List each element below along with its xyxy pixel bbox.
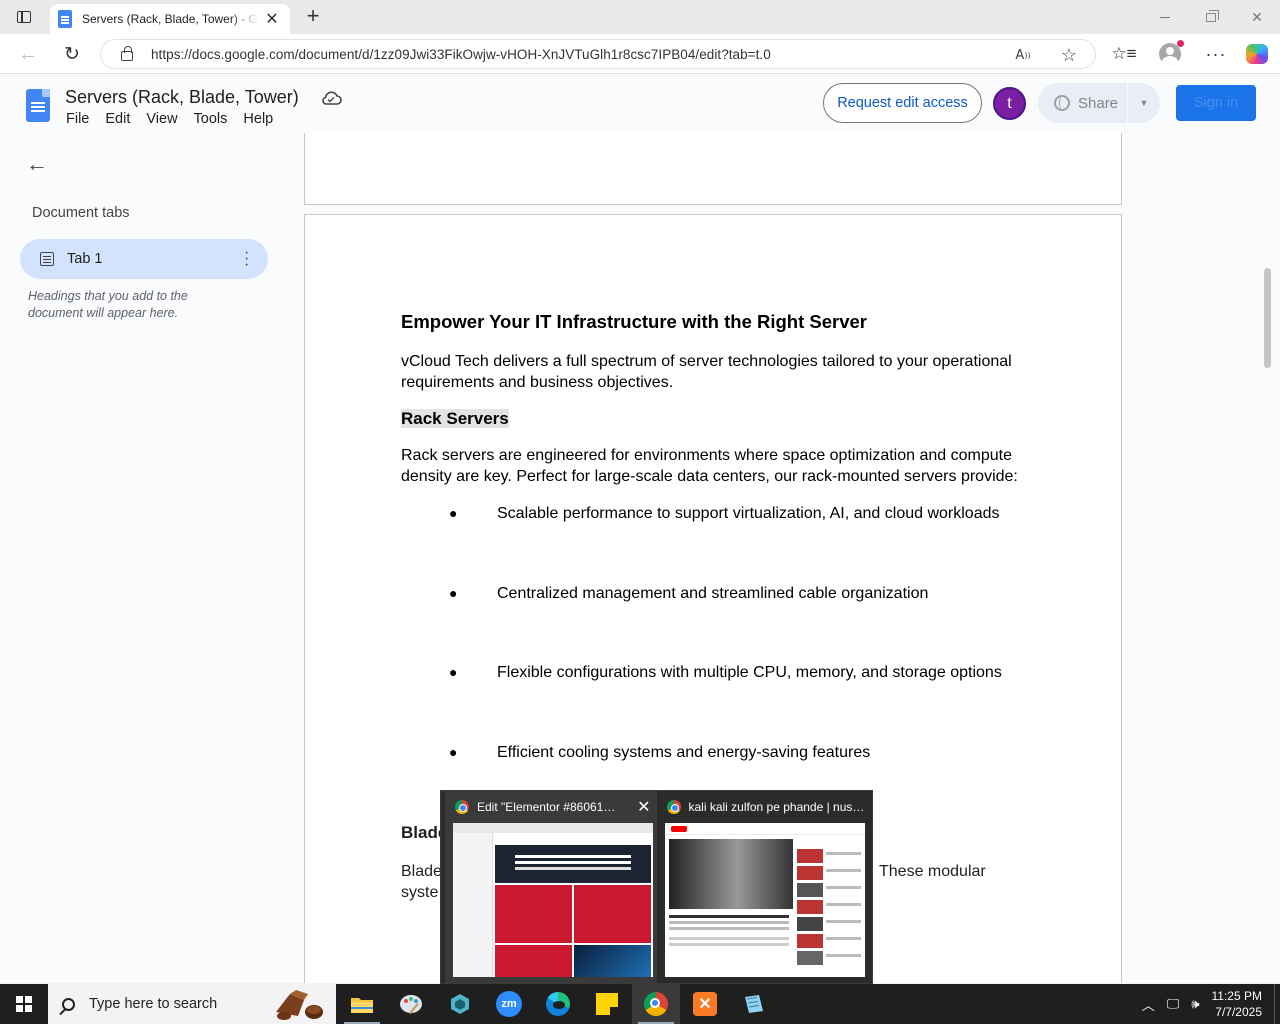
cloud-saved-icon[interactable] bbox=[320, 90, 342, 106]
more-icon[interactable]: ··· bbox=[1203, 42, 1229, 66]
url-text[interactable]: https://docs.google.com/document/d/1zz09… bbox=[151, 47, 771, 62]
favorites-icon[interactable]: ☆≡ bbox=[1111, 42, 1137, 66]
tab-title: Servers (Rack, Blade, Tower) - Goo bbox=[82, 12, 258, 26]
blade-paragraph-line2: syste bbox=[401, 884, 439, 901]
taskbar-search-input[interactable]: Type here to search bbox=[48, 984, 336, 1024]
copilot-icon[interactable] bbox=[1244, 42, 1270, 66]
clock[interactable]: 11:25 PM 7/7/2025 bbox=[1212, 988, 1262, 1020]
address-bar[interactable]: https://docs.google.com/document/d/1zz09… bbox=[100, 39, 1096, 69]
scrollbar-track[interactable] bbox=[1262, 133, 1274, 983]
docs-favicon-icon bbox=[58, 10, 72, 28]
docs-header: Servers (Rack, Blade, Tower) File Edit V… bbox=[0, 74, 1280, 133]
menu-view[interactable]: View bbox=[138, 111, 185, 127]
avatar[interactable]: t bbox=[993, 87, 1026, 120]
minimize-icon[interactable] bbox=[1142, 0, 1188, 34]
chrome-taskbar-icon[interactable] bbox=[632, 984, 680, 1024]
windows-taskbar: Type here to search zm ✕ ︿ 🖵 🕪 11:25 PM … bbox=[0, 984, 1280, 1024]
restore-icon[interactable] bbox=[1188, 0, 1234, 34]
document-tab-label: Tab 1 bbox=[67, 251, 103, 267]
blade-paragraph-start: Blade bbox=[401, 863, 442, 880]
window-controls: ✕ bbox=[1142, 0, 1280, 34]
chrome-icon bbox=[666, 800, 681, 814]
show-desktop-button[interactable] bbox=[1274, 984, 1280, 1024]
previous-page bbox=[304, 133, 1122, 205]
docs-logo-icon[interactable] bbox=[26, 89, 50, 122]
rack-intro-paragraph: Rack servers are engineered for environm… bbox=[401, 447, 1018, 485]
back-icon[interactable]: ← bbox=[14, 41, 42, 67]
volume-icon[interactable]: 🕪 bbox=[1191, 996, 1199, 1012]
browser-tab[interactable]: Servers (Rack, Blade, Tower) - Goo ✕ bbox=[50, 4, 290, 34]
window-close-icon[interactable]: ✕ bbox=[1234, 0, 1280, 34]
close-outline-back-icon[interactable]: ← bbox=[26, 151, 48, 177]
paint-icon[interactable] bbox=[387, 984, 435, 1024]
file-explorer-icon[interactable] bbox=[338, 984, 386, 1024]
menu-bar: File Edit View Tools Help bbox=[58, 111, 281, 127]
menu-file[interactable]: File bbox=[58, 111, 97, 127]
blade-paragraph-end: These modular bbox=[879, 863, 986, 880]
request-edit-access-button[interactable]: Request edit access bbox=[823, 83, 982, 123]
edge-icon[interactable] bbox=[534, 984, 582, 1024]
system-tray: ︿ 🖵 🕪 11:25 PM 7/7/2025 bbox=[1142, 984, 1280, 1024]
xampp-icon[interactable]: ✕ bbox=[681, 984, 729, 1024]
document-title[interactable]: Servers (Rack, Blade, Tower) bbox=[65, 87, 299, 108]
star-icon[interactable]: ☆ bbox=[1059, 45, 1079, 65]
document-heading: Empower Your IT Infrastructure with the … bbox=[401, 311, 868, 332]
list-item: Centralized management and streamlined c… bbox=[401, 583, 1031, 663]
clock-time: 11:25 PM bbox=[1211, 989, 1262, 1003]
list-item: Scalable performance to support virtuali… bbox=[401, 503, 1031, 583]
browser-toolbar: ← ↻ https://docs.google.com/document/d/1… bbox=[0, 34, 1280, 74]
close-preview-icon[interactable]: ✕ bbox=[637, 797, 650, 817]
read-aloud-icon[interactable]: A)) bbox=[1013, 45, 1033, 65]
preview-thumbnail bbox=[664, 823, 865, 977]
share-button[interactable]: Share bbox=[1038, 83, 1128, 123]
notepad-icon[interactable] bbox=[730, 984, 778, 1024]
close-tab-icon[interactable]: ✕ bbox=[264, 9, 280, 29]
document-outline-panel: ← Document tabs Tab 1 · · · Headings that … bbox=[0, 133, 300, 983]
new-tab-plus-icon[interactable]: + bbox=[302, 5, 324, 27]
lock-icon[interactable] bbox=[121, 46, 133, 61]
search-placeholder: Type here to search bbox=[89, 996, 218, 1012]
sign-in-button[interactable]: Sign in bbox=[1176, 85, 1256, 121]
preview-title: kali kali zulfon pe phande | nusr... bbox=[688, 800, 865, 814]
rack-servers-heading: Rack Servers bbox=[401, 409, 1031, 429]
document-tab-1[interactable]: Tab 1 · · · bbox=[20, 239, 268, 279]
clock-date: 7/7/2025 bbox=[1215, 1005, 1262, 1019]
sticky-notes-icon[interactable] bbox=[583, 984, 631, 1024]
search-highlight-image bbox=[276, 990, 323, 1020]
menu-help[interactable]: Help bbox=[235, 111, 281, 127]
profile-icon[interactable] bbox=[1157, 40, 1184, 66]
preview-thumbnail bbox=[453, 823, 653, 977]
browser-tab-strip: Servers (Rack, Blade, Tower) - Goo ✕ + ✕ bbox=[0, 0, 1280, 34]
tab-actions-icon[interactable] bbox=[12, 7, 36, 27]
app-icon[interactable] bbox=[436, 984, 484, 1024]
start-windows-icon[interactable] bbox=[0, 984, 48, 1024]
scrollbar-thumb[interactable] bbox=[1264, 268, 1271, 368]
rack-features-list: Scalable performance to support virtuali… bbox=[401, 503, 1031, 821]
globe-icon bbox=[1054, 95, 1070, 111]
taskbar-preview-popup: Edit "Elementor #86061" ... ✕ kali kali … bbox=[440, 790, 873, 985]
intro-paragraph: vCloud Tech delivers a full spectrum of … bbox=[401, 353, 1012, 391]
tab-options-icon[interactable]: · · · bbox=[244, 245, 249, 273]
document-tabs-heading: Document tabs bbox=[32, 205, 130, 221]
reload-icon[interactable]: ↻ bbox=[58, 41, 86, 67]
share-button-group: Share ▼ bbox=[1038, 83, 1160, 123]
network-icon[interactable]: 🖵 bbox=[1167, 996, 1180, 1012]
chevron-up-icon[interactable]: ︿ bbox=[1142, 995, 1155, 1014]
list-item: Flexible configurations with multiple CP… bbox=[401, 662, 1031, 742]
preview-window-elementor[interactable]: Edit "Elementor #86061" ... ✕ bbox=[445, 791, 657, 985]
document-icon bbox=[40, 252, 54, 266]
outline-hint: Headings that you add to the document wi… bbox=[28, 289, 188, 320]
share-label: Share bbox=[1078, 94, 1119, 112]
zoom-icon[interactable]: zm bbox=[485, 984, 533, 1024]
rack-servers-heading-text: Rack Servers bbox=[401, 409, 509, 428]
chrome-icon bbox=[455, 800, 469, 814]
preview-title: Edit "Elementor #86061" ... bbox=[477, 800, 617, 814]
menu-tools[interactable]: Tools bbox=[186, 111, 236, 127]
search-icon bbox=[62, 997, 75, 1011]
share-dropdown-icon[interactable]: ▼ bbox=[1128, 98, 1160, 108]
menu-edit[interactable]: Edit bbox=[97, 111, 138, 127]
page-content: Empower Your IT Infrastructure with the … bbox=[401, 311, 1031, 821]
preview-window-youtube[interactable]: kali kali zulfon pe phande | nusr... bbox=[657, 791, 869, 985]
